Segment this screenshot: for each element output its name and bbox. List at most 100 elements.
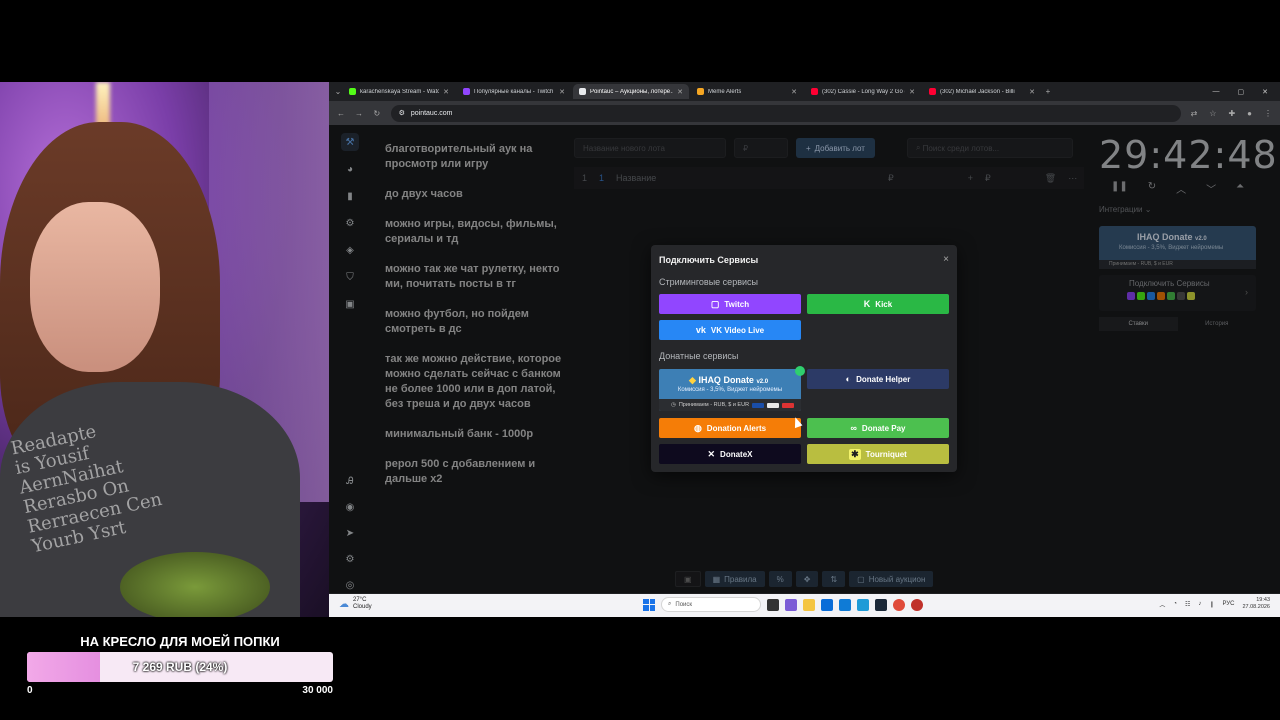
address-bar-row: ← → ↻ ⚙ pointauc.com ⇄ ☆ ✚ ● ⋮ xyxy=(329,101,1280,125)
donate-pay-logo-icon: ∞ xyxy=(850,423,857,433)
keyboard-lang[interactable]: РУС xyxy=(1222,601,1234,607)
ihaq-sub: Комиссия - 3,5%, Виджет нейромемы xyxy=(677,387,783,393)
close-icon[interactable]: × xyxy=(943,254,949,265)
close-tab-icon[interactable]: ✕ xyxy=(443,88,449,96)
file-explorer-icon[interactable] xyxy=(803,598,815,611)
tab-label: (302) Cassie - Long Way 2 Go ( xyxy=(822,88,906,95)
clock[interactable]: 19:43 27.08.2026 xyxy=(1242,597,1270,611)
taskbar-apps: ⌕ Поиск xyxy=(643,597,923,612)
app-icon-1[interactable] xyxy=(785,598,797,611)
visa-icon xyxy=(752,402,765,408)
donate-helper-label: Donate Helper xyxy=(856,374,911,384)
obs-icon[interactable] xyxy=(911,598,923,611)
tab-label: Pointauc – Аукционы, лотере… xyxy=(590,88,674,95)
minimize-icon[interactable]: — xyxy=(1213,88,1220,96)
favicon-icon xyxy=(697,88,704,95)
donation-alerts-logo-icon: ◍ xyxy=(693,422,702,433)
tray-chevron-icon[interactable]: ︿ xyxy=(1159,600,1165,609)
browser-tab[interactable]: Популярные каналы - Twitch ✕ xyxy=(457,84,571,99)
tab-list-icon[interactable]: ⌄ xyxy=(333,87,343,96)
close-tab-icon[interactable]: ✕ xyxy=(1029,88,1035,96)
donatex-label: DonateX xyxy=(720,449,753,459)
tray-app-icon[interactable]: ◔ xyxy=(1173,601,1177,607)
favicon-icon xyxy=(349,88,356,95)
new-tab-button[interactable]: + xyxy=(1043,87,1053,96)
goal-min: 0 xyxy=(27,685,33,696)
browser-tab[interactable]: Pointauc – Аукционы, лотере… ✕ xyxy=(573,84,689,99)
edge-icon[interactable] xyxy=(857,598,869,611)
extensions-icon[interactable]: ✚ xyxy=(1228,109,1235,118)
pointauc-page: ⚒ ◕ ▮ ⚙ ◈ ⛉ ▣ Ꭿ ◉ ➤ ⚙ ◎ благотворительны… xyxy=(329,125,1280,593)
translate-icon[interactable]: ⇄ xyxy=(1191,109,1198,118)
food-bowl xyxy=(120,552,270,617)
close-window-icon[interactable]: ✕ xyxy=(1262,88,1268,96)
browser-tab[interactable]: (302) Cassie - Long Way 2 Go (✕ xyxy=(805,84,921,99)
browser-tab[interactable]: (302) Michael Jackson - Billi ✕ xyxy=(923,84,1041,99)
volume-icon[interactable]: ♪ xyxy=(1198,601,1201,607)
close-tab-icon[interactable]: ✕ xyxy=(791,88,797,96)
maximize-icon[interactable]: ▢ xyxy=(1238,88,1245,96)
donatex-logo-icon: ✕ xyxy=(707,448,716,459)
twitch-button[interactable]: ▢ Twitch xyxy=(659,294,801,314)
tab-label: Meme Alerts xyxy=(708,88,742,95)
donate-helper-button[interactable]: ◐ Donate Helper xyxy=(807,369,949,389)
donate-pay-label: Donate Pay xyxy=(861,423,906,433)
steam-icon[interactable] xyxy=(875,598,887,611)
vk-video-button[interactable]: vk VK Video Live xyxy=(659,320,801,340)
bookmark-star-icon[interactable]: ☆ xyxy=(1209,109,1216,118)
donation-alerts-button[interactable]: ◍ Donation Alerts xyxy=(659,418,801,438)
site-info-icon[interactable]: ⚙ xyxy=(399,109,405,117)
tab-label: Популярные каналы - Twitch xyxy=(474,88,554,95)
taskbar-search-label: Поиск xyxy=(675,601,693,608)
windows-start-icon[interactable] xyxy=(643,598,655,611)
network-icon[interactable]: ☷ xyxy=(1185,601,1190,608)
menu-icon[interactable]: ⋮ xyxy=(1264,109,1272,118)
chrome-icon[interactable] xyxy=(893,598,905,611)
streaming-section-label: Стриминговые сервисы xyxy=(659,277,758,287)
goal-amount: 7 269 RUB (24%) xyxy=(132,660,228,674)
close-tab-icon[interactable]: ✕ xyxy=(559,88,565,96)
favicon-icon xyxy=(463,88,470,95)
taskbar-search[interactable]: ⌕ Поиск xyxy=(661,597,761,612)
goal-progress-bar: 7 269 RUB (24%) xyxy=(27,652,333,682)
tourniquet-button[interactable]: ✱ Tourniquet xyxy=(807,444,949,464)
forward-icon[interactable]: → xyxy=(355,109,363,118)
profile-avatar[interactable]: ● xyxy=(1247,109,1252,118)
url-field[interactable]: ⚙ pointauc.com xyxy=(390,104,1181,122)
task-view-icon[interactable] xyxy=(767,598,779,611)
kick-label: Kick xyxy=(875,299,893,309)
kick-logo-icon: K xyxy=(863,299,871,309)
reload-icon[interactable]: ↻ xyxy=(373,109,381,118)
clock-icon: ◷ xyxy=(671,402,676,408)
ihaq-logo-icon: ◆ xyxy=(689,375,696,385)
close-tab-icon[interactable]: ✕ xyxy=(677,88,683,96)
store-icon[interactable] xyxy=(821,598,833,611)
tourniquet-logo-icon: ✱ xyxy=(849,448,861,460)
back-icon[interactable]: ← xyxy=(337,109,345,118)
close-tab-icon[interactable]: ✕ xyxy=(909,88,915,96)
url-text: pointauc.com xyxy=(410,109,453,117)
goal-max: 30 000 xyxy=(302,685,333,696)
donation-section-label: Донатные сервисы xyxy=(659,351,739,361)
weather-cond: Cloudy xyxy=(353,604,372,610)
tourniquet-label: Tourniquet xyxy=(865,449,907,459)
donatex-button[interactable]: ✕ DonateX xyxy=(659,444,801,464)
ihaq-status-dot xyxy=(795,366,805,376)
cloud-icon: ☁ xyxy=(339,598,349,610)
modal-title: Подключить Сервисы xyxy=(659,255,759,265)
vk-logo-icon: vk xyxy=(695,325,706,335)
ihaq-donate-button[interactable]: ◆ IHAQ Donate v2.0 Комиссия - 3,5%, Видж… xyxy=(659,366,805,411)
weather-widget[interactable]: ☁ 27°C Cloudy xyxy=(339,597,372,611)
favicon-icon xyxy=(929,88,936,95)
donate-pay-button[interactable]: ∞ Donate Pay xyxy=(807,418,949,438)
kick-button[interactable]: K Kick xyxy=(807,294,949,314)
mastercard-icon xyxy=(782,402,795,408)
outlook-icon[interactable] xyxy=(839,598,851,611)
mic-icon[interactable]: ❙ xyxy=(1209,601,1214,608)
streamer-face xyxy=(30,202,160,372)
connect-services-modal: Подключить Сервисы × Стриминговые сервис… xyxy=(651,245,957,472)
browser-tab[interactable]: karachenskaya Stream - Watch ✕ xyxy=(343,84,455,99)
taskbar: ☁ 27°C Cloudy ⌕ Поиск ︿ ◔ ☷ ♪ ❙ РУС 19:4… xyxy=(329,594,1280,617)
browser-tab[interactable]: Meme Alerts ✕ xyxy=(691,84,803,99)
twitch-label: Twitch xyxy=(724,299,750,309)
